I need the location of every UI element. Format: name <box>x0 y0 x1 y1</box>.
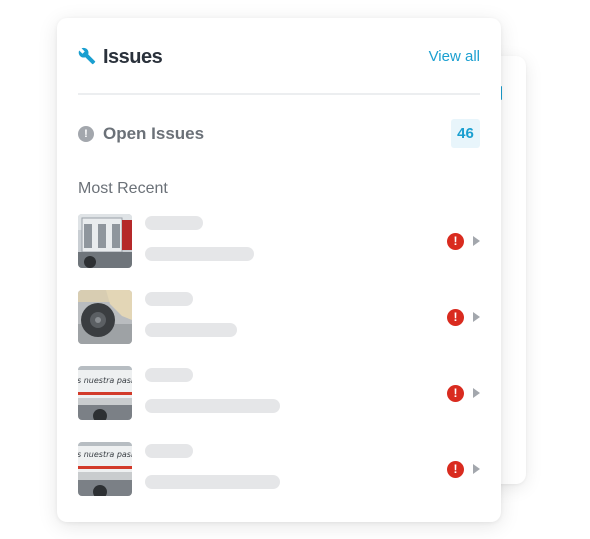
skeleton-subtitle-bar <box>145 323 237 337</box>
thumbnail-lettering: s nuestra pasió <box>78 375 132 385</box>
skeleton-subtitle-bar <box>145 475 280 489</box>
chevron-right-icon[interactable] <box>473 312 480 322</box>
truck-wheel-thumbnail <box>78 290 132 344</box>
widget-header: Issues View all <box>78 43 480 71</box>
open-issues-label: Open Issues <box>103 124 205 143</box>
skeleton-subtitle-bar <box>145 399 280 413</box>
skeleton-title-bar <box>145 216 203 230</box>
thumbnail-lettering: s nuestra pasió <box>78 449 132 459</box>
truck-side-thumbnail: s nuestra pasió <box>78 366 132 420</box>
open-issues-count-badge: 46 <box>451 119 480 148</box>
open-issues-row[interactable]: ! Open Issues 46 <box>78 119 480 151</box>
list-item[interactable]: ! <box>78 214 480 270</box>
list-item[interactable]: s nuestra pasió ! <box>78 442 480 498</box>
list-item[interactable]: s nuestra pasió ! <box>78 366 480 422</box>
skeleton-title-bar <box>145 292 193 306</box>
alert-icon: ! <box>447 233 464 250</box>
widget-title: Issues <box>103 46 163 68</box>
wrench-icon <box>78 47 96 65</box>
alert-icon: ! <box>447 461 464 478</box>
view-all-link[interactable]: View all <box>429 47 480 67</box>
alert-icon: ! <box>447 309 464 326</box>
issues-widget: Issues View all ! Open Issues 46 Most Re… <box>57 18 501 522</box>
chevron-right-icon[interactable] <box>473 388 480 398</box>
truck-side-thumbnail: s nuestra pasió <box>78 442 132 496</box>
skeleton-title-bar <box>145 368 193 382</box>
truck-rear-thumbnail <box>78 214 132 268</box>
chevron-right-icon[interactable] <box>473 236 480 246</box>
list-item[interactable]: ! <box>78 290 480 346</box>
skeleton-title-bar <box>145 444 193 458</box>
alert-icon: ! <box>447 385 464 402</box>
chevron-right-icon[interactable] <box>473 464 480 474</box>
skeleton-subtitle-bar <box>145 247 254 261</box>
alert-icon: ! <box>78 126 94 142</box>
most-recent-heading: Most Recent <box>78 180 168 197</box>
header-divider <box>78 93 480 95</box>
